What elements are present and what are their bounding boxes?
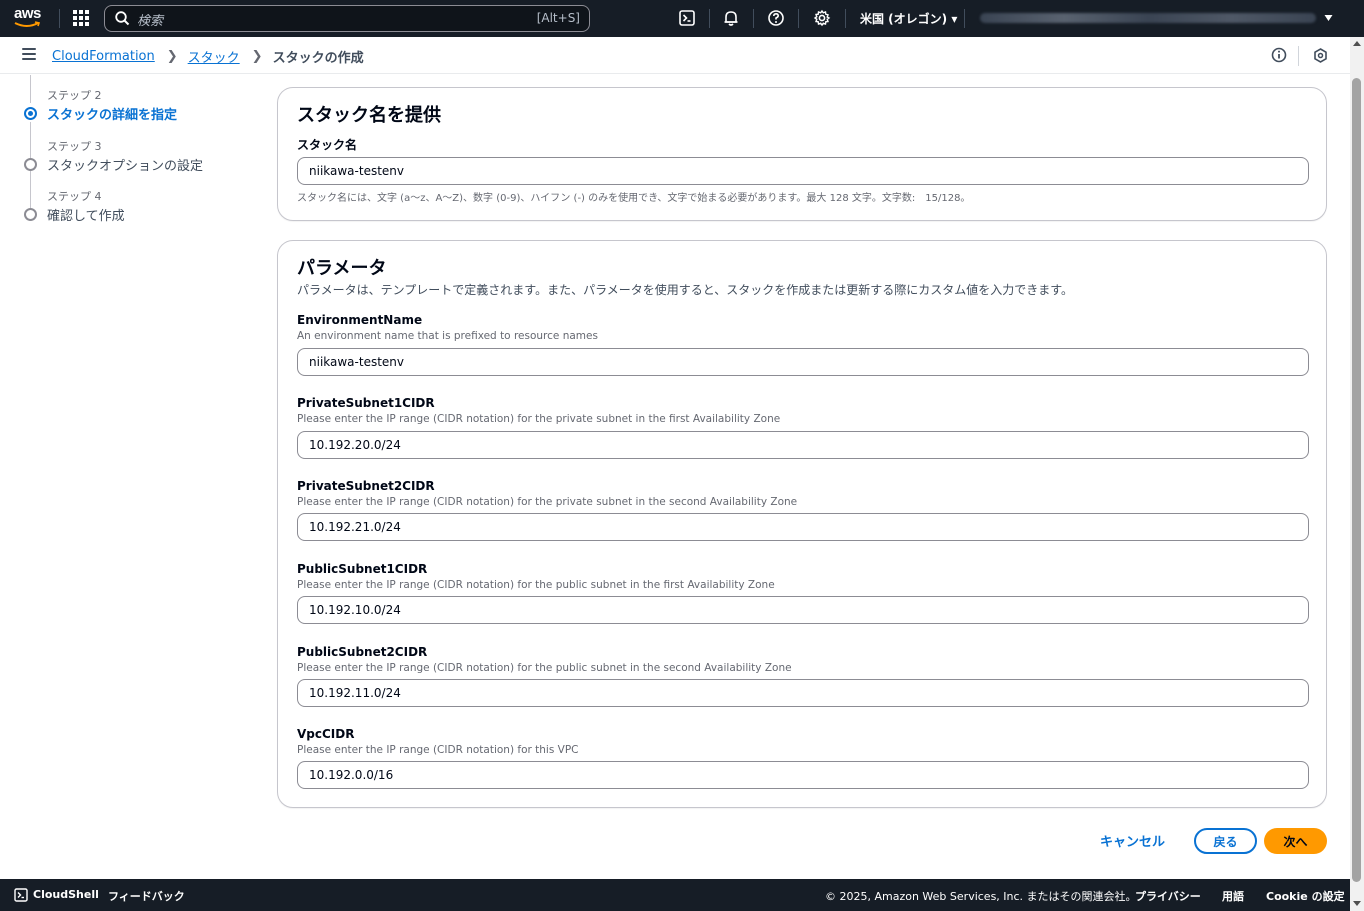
step-2-indicator (24, 107, 37, 120)
gear-icon[interactable] (813, 9, 831, 27)
step-3-label: ステップ 3 (47, 140, 102, 153)
footer-terms[interactable]: 用語 (1222, 888, 1244, 904)
breadcrumb-cloudformation[interactable]: CloudFormation (52, 49, 155, 64)
parameters-panel: パラメータ パラメータは、テンプレートで定義されます。また、パラメータを使用する… (277, 240, 1327, 808)
param-publicsubnet2cidr-desc: Please enter the IP range (CIDR notation… (297, 662, 792, 674)
parameters-description: パラメータは、テンプレートで定義されます。また、パラメータを使用すると、スタック… (297, 283, 1074, 297)
scrollbar-thumb[interactable] (1352, 78, 1361, 882)
nav-divider (59, 9, 60, 28)
step-4-label: ステップ 4 (47, 190, 102, 203)
breadcrumb-divider (1298, 46, 1299, 66)
next-button[interactable]: 次へ (1264, 828, 1327, 854)
account-menu-blurred[interactable] (980, 13, 1316, 23)
nav-divider (798, 9, 799, 28)
aws-smile-icon (14, 21, 41, 27)
param-privatesubnet1cidr-input[interactable] (297, 431, 1309, 459)
scroll-up-arrow-icon[interactable] (1353, 41, 1361, 46)
param-vpccidr-label: VpcCIDR (297, 727, 355, 741)
param-privatesubnet2cidr-input[interactable] (297, 513, 1309, 541)
stack-name-constraint: スタック名には、文字 (a〜z、A〜Z)、数字 (0-9)、ハイフン (-) の… (297, 193, 971, 204)
search-shortcut: [Alt+S] (536, 11, 580, 25)
param-publicsubnet2cidr-label: PublicSubnet2CIDR (297, 645, 428, 659)
caret-down-icon[interactable] (1324, 14, 1333, 22)
footer-privacy[interactable]: プライバシー (1135, 888, 1201, 904)
info-icon[interactable] (1271, 47, 1287, 63)
back-button[interactable]: 戻る (1194, 828, 1257, 854)
step-3-title[interactable]: スタックオプションの設定 (47, 155, 203, 174)
search-box[interactable]: 検索 [Alt+S] (104, 5, 590, 32)
bell-icon[interactable] (722, 9, 740, 27)
nav-divider (964, 9, 965, 28)
stack-name-panel: スタック名を提供 スタック名 スタック名には、文字 (a〜z、A〜Z)、数字 (… (277, 87, 1327, 221)
step-connector (30, 171, 31, 208)
param-vpccidr-desc: Please enter the IP range (CIDR notation… (297, 744, 579, 756)
param-privatesubnet2cidr-desc: Please enter the IP range (CIDR notation… (297, 496, 798, 508)
footer-copyright: © 2025, Amazon Web Services, Inc. またはその関… (825, 890, 1137, 903)
nav-divider (709, 9, 710, 28)
search-icon (115, 11, 130, 26)
step-4-title[interactable]: 確認して作成 (47, 205, 125, 224)
param-publicsubnet1cidr-input[interactable] (297, 596, 1309, 624)
parameters-heading: パラメータ (297, 258, 387, 279)
step-2-label: ステップ 2 (47, 89, 102, 102)
step-connector (30, 122, 31, 158)
step-3-indicator (24, 158, 37, 171)
param-publicsubnet1cidr-label: PublicSubnet1CIDR (297, 562, 428, 576)
param-privatesubnet2cidr-label: PrivateSubnet2CIDR (297, 479, 435, 493)
param-vpccidr-input[interactable] (297, 761, 1309, 789)
scroll-down-arrow-icon[interactable] (1353, 901, 1361, 906)
stack-name-label: スタック名 (297, 138, 358, 152)
nav-divider (845, 9, 846, 28)
param-privatesubnet1cidr-label: PrivateSubnet1CIDR (297, 396, 435, 410)
notifications-hex-icon[interactable] (1313, 48, 1328, 63)
param-publicsubnet2cidr-input[interactable] (297, 679, 1309, 707)
cloudshell-icon[interactable] (678, 9, 696, 27)
footer: CloudShell フィードバック © 2025, Amazon Web Se… (0, 879, 1350, 911)
param-publicsubnet1cidr-desc: Please enter the IP range (CIDR notation… (297, 579, 775, 591)
param-environmentname-input[interactable] (297, 348, 1309, 376)
region-selector[interactable]: 米国 (オレゴン) ▾ (860, 10, 957, 27)
param-environmentname-desc: An environment name that is prefixed to … (297, 330, 598, 342)
breadcrumb-current: スタックの作成 (272, 51, 364, 66)
search-input[interactable]: 検索 (137, 10, 163, 29)
aws-logo[interactable]: aws (14, 6, 44, 32)
apps-grid-icon[interactable] (73, 10, 89, 26)
step-4-indicator (24, 208, 37, 221)
step-2-title: スタックの詳細を指定 (47, 108, 178, 123)
footer-feedback[interactable]: フィードバック (108, 888, 185, 904)
chevron-right-icon: ❯ (166, 49, 178, 64)
breadcrumb-bar: CloudFormation ❯ スタック ❯ スタックの作成 (0, 37, 1350, 74)
stack-name-input[interactable] (297, 157, 1309, 185)
aws-logo-text: aws (14, 5, 41, 22)
footer-cloudshell[interactable]: CloudShell (33, 888, 99, 901)
breadcrumb-stacks[interactable]: スタック (188, 47, 240, 66)
stack-name-heading: スタック名を提供 (297, 105, 441, 126)
chevron-right-icon: ❯ (251, 49, 263, 64)
top-navigation: aws 検索 [Alt+S] 米国 (オレゴン) ▾ (0, 0, 1364, 37)
menu-icon[interactable] (22, 48, 36, 60)
cloudshell-icon[interactable] (14, 888, 28, 902)
cancel-button[interactable]: キャンセル (1100, 831, 1165, 850)
param-environmentname-label: EnvironmentName (297, 313, 423, 327)
breadcrumb: CloudFormation ❯ スタック ❯ スタックの作成 (52, 47, 364, 66)
help-icon[interactable] (767, 9, 785, 27)
param-privatesubnet1cidr-desc: Please enter the IP range (CIDR notation… (297, 413, 781, 425)
nav-divider (753, 9, 754, 28)
footer-cookie-settings[interactable]: Cookie の設定 (1266, 888, 1345, 904)
step-connector (30, 75, 31, 103)
